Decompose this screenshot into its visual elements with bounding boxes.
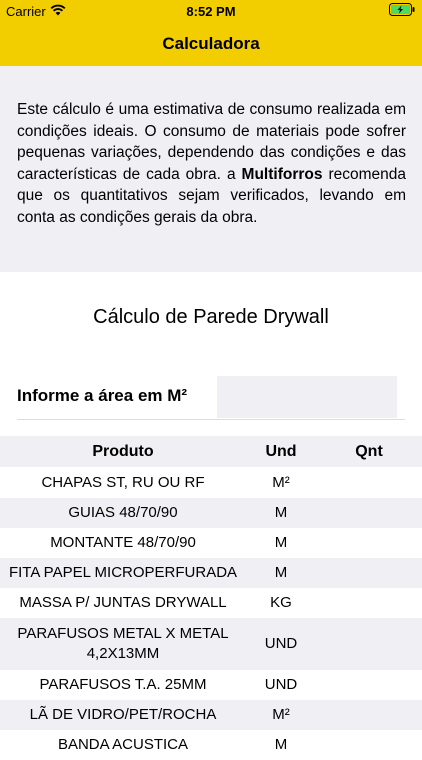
cell-qnt bbox=[316, 700, 422, 730]
cell-qnt bbox=[316, 588, 422, 618]
nav-title: Calculadora bbox=[162, 34, 260, 53]
area-input[interactable] bbox=[217, 376, 397, 418]
info-text: Este cálculo é uma estimativa de consumo… bbox=[17, 99, 406, 228]
cell-produto: CHAPAS ST, RU OU RF bbox=[41, 473, 205, 491]
cell-produto: MASSA P/ JUNTAS DRYWALL bbox=[19, 594, 227, 611]
cell-qnt bbox=[316, 528, 422, 558]
table-row: MASSA P/ JUNTAS DRYWALL KG bbox=[0, 588, 422, 618]
brand-name: Multiforros bbox=[241, 165, 323, 183]
table-row: PARAFUSOS T.A. 25MM UND bbox=[0, 670, 422, 700]
table-row: FITA PAPEL MICROPERFURADA M bbox=[0, 558, 422, 588]
area-label: Informe a área em M² bbox=[17, 386, 188, 405]
cell-qnt bbox=[316, 670, 422, 700]
cell-und: M bbox=[274, 534, 288, 551]
table-row: BANDA ACUSTICA M bbox=[0, 730, 422, 760]
cell-produto: MONTANTE 48/70/90 bbox=[50, 534, 196, 551]
cell-und: M² bbox=[272, 706, 290, 723]
nav-bar: Calculadora bbox=[0, 22, 422, 66]
cell-produto: PARAFUSOS T.A. 25MM bbox=[39, 676, 207, 693]
table-row: PARAFUSOS METAL X METAL 4,2X13MM UND bbox=[0, 618, 422, 670]
cell-qnt bbox=[316, 467, 422, 498]
cell-und: M bbox=[274, 564, 288, 581]
cell-produto: BANDA ACUSTICA bbox=[57, 736, 189, 753]
cell-und: M² bbox=[272, 473, 290, 491]
cell-produto: GUIAS 48/70/90 bbox=[68, 504, 178, 521]
cell-produto: LÃ DE VIDRO/PET/ROCHA bbox=[29, 706, 217, 723]
cell-produto: PARAFUSOS METAL X METAL 4,2X13MM bbox=[17, 625, 229, 662]
header-und: Und bbox=[265, 442, 297, 460]
table-row: CHAPAS ST, RU OU RF M² bbox=[0, 467, 422, 498]
status-bar: Carrier 8:52 PM bbox=[0, 0, 422, 22]
cell-qnt bbox=[316, 618, 422, 670]
cell-und: KG bbox=[270, 594, 292, 611]
cell-qnt bbox=[316, 498, 422, 528]
header-qnt: Qnt bbox=[355, 442, 383, 460]
table-row: MONTANTE 48/70/90 M bbox=[0, 528, 422, 558]
calc-title: Cálculo de Parede Drywall bbox=[93, 306, 329, 328]
table-row: LÃ DE VIDRO/PET/ROCHA M² bbox=[0, 700, 422, 730]
cell-produto: FITA PAPEL MICROPERFURADA bbox=[8, 564, 238, 581]
cell-qnt bbox=[316, 730, 422, 760]
info-panel: Este cálculo é uma estimativa de consumo… bbox=[0, 66, 422, 272]
cell-und: M bbox=[274, 736, 288, 753]
area-divider bbox=[17, 419, 405, 420]
cell-und: UND bbox=[264, 635, 298, 652]
materials-table: Produto Und Qnt CHAPAS ST, RU OU RF M² G… bbox=[0, 436, 422, 760]
status-time: 8:52 PM bbox=[186, 4, 236, 19]
cell-qnt bbox=[316, 558, 422, 588]
cell-und: UND bbox=[264, 676, 298, 693]
battery-charging-icon bbox=[389, 3, 416, 16]
cell-und: M bbox=[274, 504, 288, 521]
header-produto: Produto bbox=[92, 442, 154, 460]
table-row: GUIAS 48/70/90 M bbox=[0, 498, 422, 528]
table-header: Produto Und Qnt bbox=[0, 436, 422, 467]
